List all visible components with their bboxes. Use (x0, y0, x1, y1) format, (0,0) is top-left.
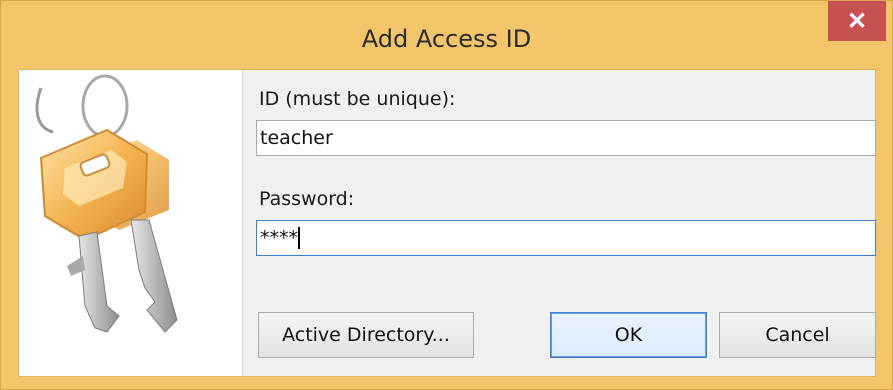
id-label: ID (must be unique): (259, 88, 456, 110)
dialog-title: Add Access ID (361, 25, 532, 53)
dialog-window: Add Access ID ✕ ID (must be unique): tea… (0, 0, 893, 390)
close-icon: ✕ (846, 7, 868, 35)
password-label: Password: (259, 188, 355, 210)
password-value: **** (260, 227, 298, 249)
close-button[interactable]: ✕ (828, 1, 886, 41)
title-bar[interactable]: Add Access ID ✕ (1, 1, 892, 69)
text-caret (298, 227, 300, 249)
keys-icon (35, 74, 178, 333)
cancel-button[interactable]: Cancel (719, 312, 876, 358)
ok-button[interactable]: OK (550, 312, 707, 358)
id-input[interactable]: teacher (256, 120, 876, 156)
dialog-content: ID (must be unique): teacher Password: *… (18, 69, 876, 377)
password-input[interactable]: **** (256, 220, 876, 256)
image-panel (19, 70, 243, 376)
active-directory-button[interactable]: Active Directory... (258, 312, 474, 358)
